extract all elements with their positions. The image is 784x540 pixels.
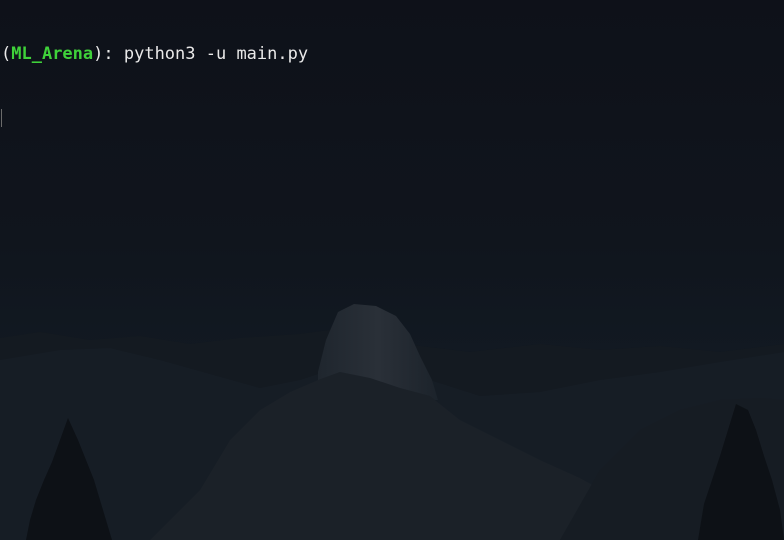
prompt-open-paren: ( — [1, 44, 12, 64]
command-line: (ML_Arena): python3 -u main.py — [1, 44, 784, 65]
prompt-close: ): — [93, 44, 124, 64]
text-cursor — [1, 109, 2, 127]
terminal-output: (ML_Arena): python3 -u main.py — [0, 0, 784, 170]
command-text: python3 -u main.py — [123, 44, 309, 64]
terminal-window[interactable]: (ML_Arena): python3 -u main.py — [0, 0, 784, 540]
conda-env-name: ML_Arena — [11, 44, 94, 64]
input-line[interactable] — [1, 107, 784, 128]
